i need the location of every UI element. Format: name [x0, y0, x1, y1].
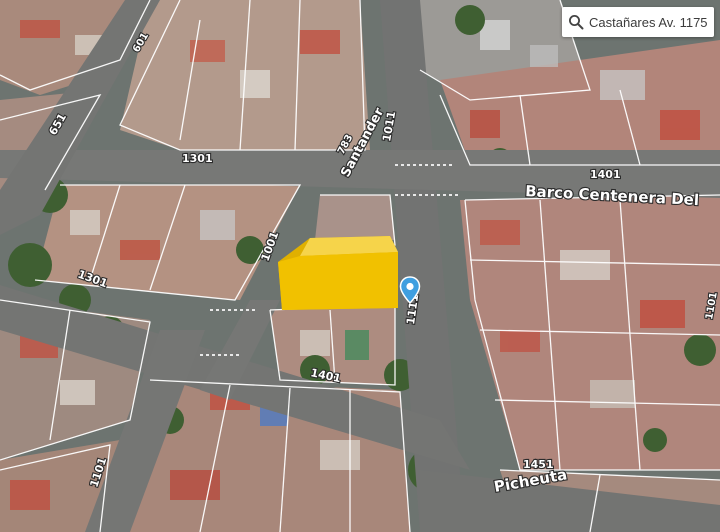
house-number-1401-right: 1401 — [590, 168, 621, 181]
house-number-1301-top: 1301 — [182, 152, 213, 165]
search-query-text[interactable]: Castañares Av. 1175 — [589, 15, 708, 30]
map-view[interactable]: Barco Centenera Del Santander Picheuta 6… — [0, 0, 720, 532]
search-icon[interactable] — [568, 14, 584, 30]
location-pin-icon[interactable] — [399, 276, 421, 304]
satellite-map[interactable]: Barco Centenera Del Santander Picheuta 6… — [0, 0, 720, 532]
house-number-1451: 1451 — [523, 458, 554, 471]
search-box[interactable]: Castañares Av. 1175 — [562, 7, 714, 37]
